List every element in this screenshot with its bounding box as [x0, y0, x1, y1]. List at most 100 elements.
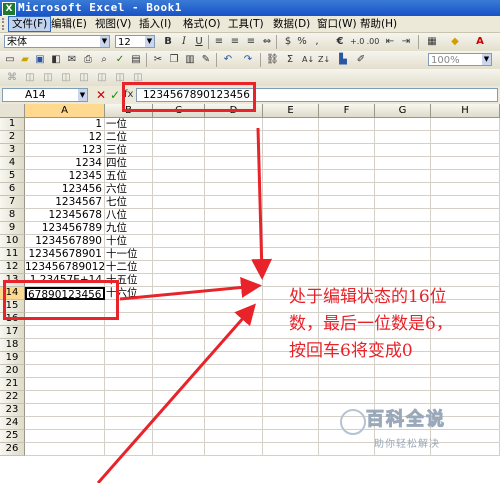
- enter-icon[interactable]: ✓: [110, 88, 120, 102]
- name-box[interactable]: A14 ▼: [2, 88, 88, 102]
- cell[interactable]: [263, 430, 319, 443]
- cell[interactable]: [263, 183, 319, 196]
- cell[interactable]: [205, 430, 263, 443]
- cell[interactable]: 六位: [105, 183, 153, 196]
- cell[interactable]: [25, 430, 105, 443]
- cell[interactable]: 12345678901: [25, 248, 105, 261]
- cell[interactable]: [153, 287, 205, 300]
- cell[interactable]: [375, 183, 431, 196]
- cell[interactable]: [205, 313, 263, 326]
- cell[interactable]: 四位: [105, 157, 153, 170]
- cell[interactable]: [319, 196, 375, 209]
- row-header[interactable]: 9: [0, 222, 25, 235]
- row-header[interactable]: 5: [0, 170, 25, 183]
- cell[interactable]: [105, 326, 153, 339]
- row-header[interactable]: 7: [0, 196, 25, 209]
- cell[interactable]: [263, 261, 319, 274]
- zoom-select[interactable]: 100% ▼: [428, 53, 492, 66]
- paste-icon[interactable]: ▥: [184, 54, 196, 66]
- column-header-h[interactable]: H: [431, 104, 500, 118]
- font-name-select[interactable]: 宋体 ▼: [4, 35, 110, 48]
- cell[interactable]: [431, 118, 500, 131]
- email-icon[interactable]: ✉: [66, 54, 78, 66]
- cell[interactable]: [319, 222, 375, 235]
- cell[interactable]: [431, 365, 500, 378]
- cell[interactable]: [153, 365, 205, 378]
- menu-view[interactable]: 视图(V): [92, 17, 134, 31]
- cell[interactable]: [153, 326, 205, 339]
- cell[interactable]: [205, 235, 263, 248]
- cell[interactable]: [375, 391, 431, 404]
- cell[interactable]: 十一位: [105, 248, 153, 261]
- cell[interactable]: 12345678: [25, 209, 105, 222]
- cell[interactable]: 五位: [105, 170, 153, 183]
- select-all-button[interactable]: [0, 104, 25, 118]
- sort-ascending-icon[interactable]: A↓: [302, 54, 314, 66]
- cell[interactable]: [431, 157, 500, 170]
- row-header[interactable]: 20: [0, 365, 25, 378]
- new-icon[interactable]: ▭: [4, 54, 16, 66]
- cell[interactable]: [263, 417, 319, 430]
- align-left-icon[interactable]: ≡: [212, 36, 226, 48]
- cell[interactable]: [431, 248, 500, 261]
- cell[interactable]: 八位: [105, 209, 153, 222]
- row-header[interactable]: 19: [0, 352, 25, 365]
- cell[interactable]: [153, 313, 205, 326]
- cell[interactable]: [25, 339, 105, 352]
- chart-wizard-icon[interactable]: ▙: [336, 54, 350, 66]
- cell[interactable]: [205, 248, 263, 261]
- row-header[interactable]: 23: [0, 404, 25, 417]
- cell[interactable]: [263, 170, 319, 183]
- row-header[interactable]: 22: [0, 391, 25, 404]
- comma-button[interactable]: ,: [312, 36, 322, 48]
- cell[interactable]: [153, 144, 205, 157]
- cell[interactable]: [153, 274, 205, 287]
- cell[interactable]: [205, 170, 263, 183]
- cell[interactable]: [319, 118, 375, 131]
- cell[interactable]: [205, 183, 263, 196]
- menu-file[interactable]: 文件(F): [8, 16, 52, 32]
- currency-icon[interactable]: $: [282, 36, 294, 48]
- cell[interactable]: [319, 183, 375, 196]
- increase-indent-icon[interactable]: ⇥: [400, 36, 412, 48]
- row-header[interactable]: 17: [0, 326, 25, 339]
- menu-help[interactable]: 帮助(H): [357, 17, 400, 31]
- decrease-indent-icon[interactable]: ⇤: [384, 36, 396, 48]
- cell[interactable]: [153, 352, 205, 365]
- undo-icon[interactable]: ↶: [222, 54, 234, 66]
- toolbar-icon[interactable]: ◫: [42, 72, 54, 84]
- cell[interactable]: [25, 404, 105, 417]
- cell[interactable]: 二位: [105, 131, 153, 144]
- row-header[interactable]: 26: [0, 443, 25, 456]
- cell[interactable]: [25, 352, 105, 365]
- cell[interactable]: [263, 118, 319, 131]
- open-icon[interactable]: ▰: [19, 54, 31, 66]
- autosum-icon[interactable]: Σ: [284, 54, 296, 66]
- cell[interactable]: [205, 274, 263, 287]
- cell[interactable]: [431, 261, 500, 274]
- cell[interactable]: [319, 365, 375, 378]
- row-header[interactable]: 6: [0, 183, 25, 196]
- cell[interactable]: [375, 378, 431, 391]
- row-header[interactable]: 11: [0, 248, 25, 261]
- cell[interactable]: [375, 131, 431, 144]
- cell[interactable]: [319, 391, 375, 404]
- cell[interactable]: 12345: [25, 170, 105, 183]
- cell[interactable]: [105, 339, 153, 352]
- cell[interactable]: [263, 404, 319, 417]
- excel-icon[interactable]: X: [2, 2, 16, 16]
- cell[interactable]: [25, 417, 105, 430]
- cell[interactable]: [319, 209, 375, 222]
- italic-button[interactable]: I: [178, 36, 190, 48]
- cell[interactable]: [319, 248, 375, 261]
- cell[interactable]: [153, 300, 205, 313]
- cell[interactable]: [25, 326, 105, 339]
- cell[interactable]: 1234567: [25, 196, 105, 209]
- cell[interactable]: [105, 352, 153, 365]
- redo-icon[interactable]: ↷: [242, 54, 254, 66]
- row-header[interactable]: 3: [0, 144, 25, 157]
- print-preview-icon[interactable]: ⌕: [98, 54, 110, 66]
- cell[interactable]: [153, 235, 205, 248]
- decrease-decimal-icon[interactable]: .00: [366, 36, 380, 48]
- menu-insert[interactable]: 插入(I): [136, 17, 174, 31]
